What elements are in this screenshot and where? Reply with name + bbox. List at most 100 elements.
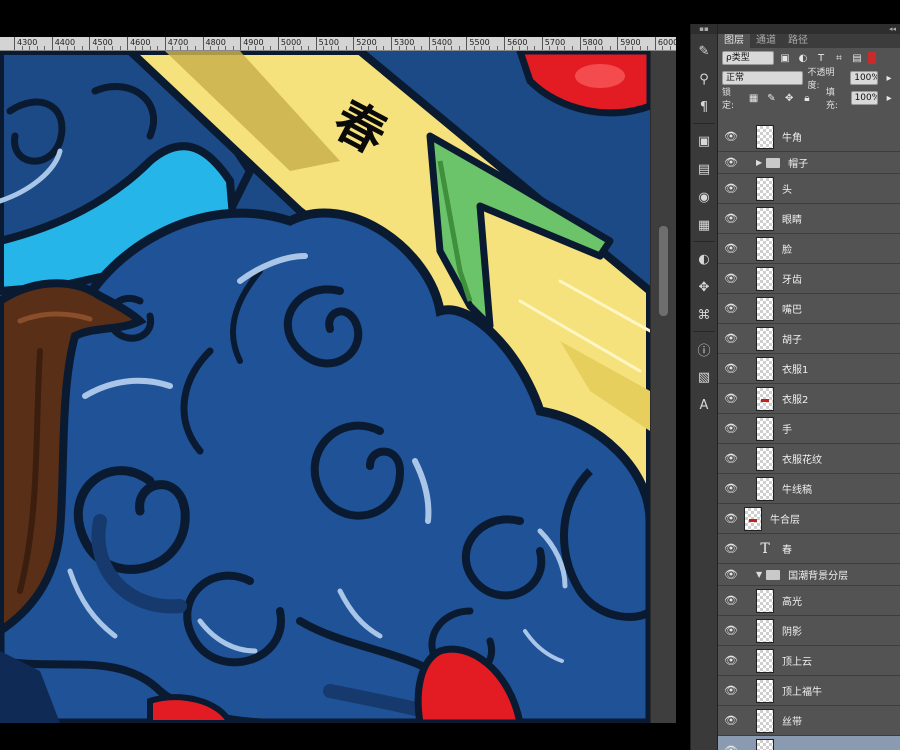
layer-name: 帽子 xyxy=(788,159,809,170)
ruler-label: 5800 xyxy=(582,38,603,47)
info-icon[interactable]: ▤ xyxy=(693,158,715,180)
ruler-minor-tick xyxy=(609,46,611,50)
styles-icon[interactable]: ✥ xyxy=(693,276,715,298)
lock-pixels-icon[interactable]: ✎ xyxy=(765,93,779,104)
visibility-eye-icon[interactable]: 👁︎ xyxy=(718,422,744,435)
visibility-eye-icon[interactable]: 👁︎ xyxy=(718,452,744,465)
lock-transparent-icon[interactable]: ▦ xyxy=(747,93,761,104)
ruler-minor-tick xyxy=(594,46,596,50)
ruler-label: 4500 xyxy=(92,38,113,47)
layer-row[interactable]: 👁︎ 顶上福牛 xyxy=(718,676,900,706)
visibility-eye-icon[interactable]: 👁︎ xyxy=(718,744,744,750)
opacity-input[interactable]: 100% xyxy=(850,71,879,85)
swatches-icon[interactable]: ▦ xyxy=(693,214,715,236)
color-icon[interactable]: ◉ xyxy=(693,186,715,208)
character-icon[interactable]: A xyxy=(693,394,715,416)
layer-row[interactable]: 👁︎ 顶上云 xyxy=(718,646,900,676)
layer-row[interactable]: 👁︎ 胡子 xyxy=(718,324,900,354)
layer-row[interactable]: 👁︎ 牛合层 xyxy=(718,504,900,534)
visibility-eye-icon[interactable]: 👁︎ xyxy=(718,182,744,195)
opacity-dropdown-icon[interactable]: ▸ xyxy=(882,73,896,84)
visibility-eye-icon[interactable]: 👁︎ xyxy=(718,362,744,375)
blend-mode-select[interactable]: 正常 xyxy=(722,71,804,85)
layer-row[interactable]: 👁︎ 牛角 xyxy=(718,122,900,152)
layer-row[interactable]: 👁︎ ▼ 国潮背景分层 xyxy=(718,564,900,586)
visibility-eye-icon[interactable]: 👁︎ xyxy=(718,212,744,225)
layer-row[interactable]: 👁︎ 牙齿 xyxy=(718,264,900,294)
layer-row[interactable]: 👁︎ 脸 xyxy=(718,234,900,264)
scrollbar-thumb[interactable] xyxy=(659,226,668,316)
layer-row[interactable]: 👁︎ 头 xyxy=(718,174,900,204)
visibility-eye-icon[interactable]: 👁︎ xyxy=(718,542,744,555)
filter-toggle-icon[interactable] xyxy=(868,52,876,64)
visibility-eye-icon[interactable]: 👁︎ xyxy=(718,482,744,495)
visibility-eye-icon[interactable]: 👁︎ xyxy=(718,654,744,667)
image-filter-icon[interactable]: ▣ xyxy=(778,53,792,64)
visibility-eye-icon[interactable]: 👁︎ xyxy=(718,624,744,637)
smart-filter-icon[interactable]: ▤ xyxy=(850,53,864,64)
lock-position-icon[interactable]: ✥ xyxy=(782,93,796,104)
ruler-minor-tick xyxy=(489,46,491,50)
layer-row[interactable]: 👁︎ 衣服花纹 xyxy=(718,444,900,474)
ruler-tick: 5200 xyxy=(353,37,377,50)
group-expand-chevron-icon[interactable]: ▶ xyxy=(756,158,762,167)
clone-stamp-icon[interactable]: ⚲ xyxy=(693,68,715,90)
layers-list[interactable]: 👁︎ 牛角 👁︎ ▶ 帽子 👁︎ 头 👁︎ 眼睛 👁︎ 脸 👁︎ 牙齿 👁︎ 嘴巴 👁︎ 胡子 👁︎ 衣服1 👁︎ 衣服… xyxy=(718,122,900,750)
ruler-minor-tick xyxy=(21,46,23,50)
brush-icon[interactable]: ✎ xyxy=(693,40,715,62)
visibility-eye-icon[interactable]: 👁︎ xyxy=(718,594,744,607)
ruler-minor-tick xyxy=(413,46,415,50)
adjustments-icon[interactable]: ◐ xyxy=(693,248,715,270)
ruler-minor-tick xyxy=(300,46,302,50)
horizontal-ruler[interactable]: 4300 4400 4500 4600 4700 4800 4900 5000 5100 5200… xyxy=(0,37,676,51)
layer-row[interactable]: 👁︎ 眼睛 xyxy=(718,204,900,234)
visibility-eye-icon[interactable]: 👁︎ xyxy=(718,302,744,315)
tab-channels[interactable]: 通道 xyxy=(750,34,782,48)
fill-input[interactable]: 100% xyxy=(850,91,879,105)
paragraph-icon[interactable]: ¶ xyxy=(693,96,715,118)
visibility-eye-icon[interactable]: 👁︎ xyxy=(718,272,744,285)
type-filter-icon[interactable]: T xyxy=(814,53,828,64)
vertical-scrollbar[interactable] xyxy=(650,51,676,723)
ruler-minor-tick xyxy=(571,46,573,50)
layer-row[interactable]: 👁︎ 衣服2 xyxy=(718,384,900,414)
layer-row[interactable]: 👁︎ 阴影 xyxy=(718,616,900,646)
ruler-minor-tick xyxy=(406,46,408,50)
lock-all-icon[interactable]: 🔒︎ xyxy=(800,93,814,104)
shape-filter-icon[interactable]: ⌗ xyxy=(832,53,846,64)
panel-collapse-button[interactable]: ◂◂ xyxy=(718,24,900,34)
tab-layers[interactable]: 图层 xyxy=(718,34,750,48)
tool-presets-icon[interactable]: ▧ xyxy=(693,366,715,388)
visibility-eye-icon[interactable]: 👁︎ xyxy=(718,242,744,255)
toolstrip-grip[interactable]: ▪▪ xyxy=(691,24,717,34)
tab-paths[interactable]: 路径 xyxy=(782,34,814,48)
visibility-eye-icon[interactable]: 👁︎ xyxy=(718,156,744,169)
ruler-minor-tick xyxy=(262,46,264,50)
layer-row[interactable]: 👁︎ 衣服1 xyxy=(718,354,900,384)
layer-row[interactable]: 👁︎ 高光 xyxy=(718,586,900,616)
actions-icon[interactable]: ⓘ xyxy=(693,338,715,360)
visibility-eye-icon[interactable]: 👁︎ xyxy=(718,130,744,143)
layer-row[interactable]: 👁︎ 嘴巴 xyxy=(718,294,900,324)
layer-row[interactable]: 👁︎ 丝带 xyxy=(718,706,900,736)
history-icon[interactable]: ⌘ xyxy=(693,304,715,326)
group-expand-chevron-icon[interactable]: ▼ xyxy=(756,570,762,579)
visibility-eye-icon[interactable]: 👁︎ xyxy=(718,332,744,345)
document-canvas[interactable]: 春 xyxy=(0,51,650,723)
fill-dropdown-icon[interactable]: ▸ xyxy=(882,93,896,104)
adjustment-filter-icon[interactable]: ◐ xyxy=(796,53,810,64)
visibility-eye-icon[interactable]: 👁︎ xyxy=(718,392,744,405)
layer-row[interactable]: 👁︎ ▶ 帽子 xyxy=(718,152,900,174)
layer-row[interactable]: 👁︎ 手 xyxy=(718,414,900,444)
layer-row[interactable]: 👁︎ 牛线稿 xyxy=(718,474,900,504)
visibility-eye-icon[interactable]: 👁︎ xyxy=(718,568,744,581)
visibility-eye-icon[interactable]: 👁︎ xyxy=(718,684,744,697)
layer-filter-select[interactable]: ρ类型 xyxy=(722,51,774,65)
layer-row[interactable]: 👁︎ T 春 xyxy=(718,534,900,564)
blend-row: 正常 不透明度: 100% ▸ xyxy=(718,68,900,91)
ruler-minor-tick xyxy=(81,46,83,50)
navigator-icon[interactable]: ▣ xyxy=(693,130,715,152)
layer-row[interactable]: 👁︎ xyxy=(718,736,900,750)
visibility-eye-icon[interactable]: 👁︎ xyxy=(718,512,744,525)
visibility-eye-icon[interactable]: 👁︎ xyxy=(718,714,744,727)
